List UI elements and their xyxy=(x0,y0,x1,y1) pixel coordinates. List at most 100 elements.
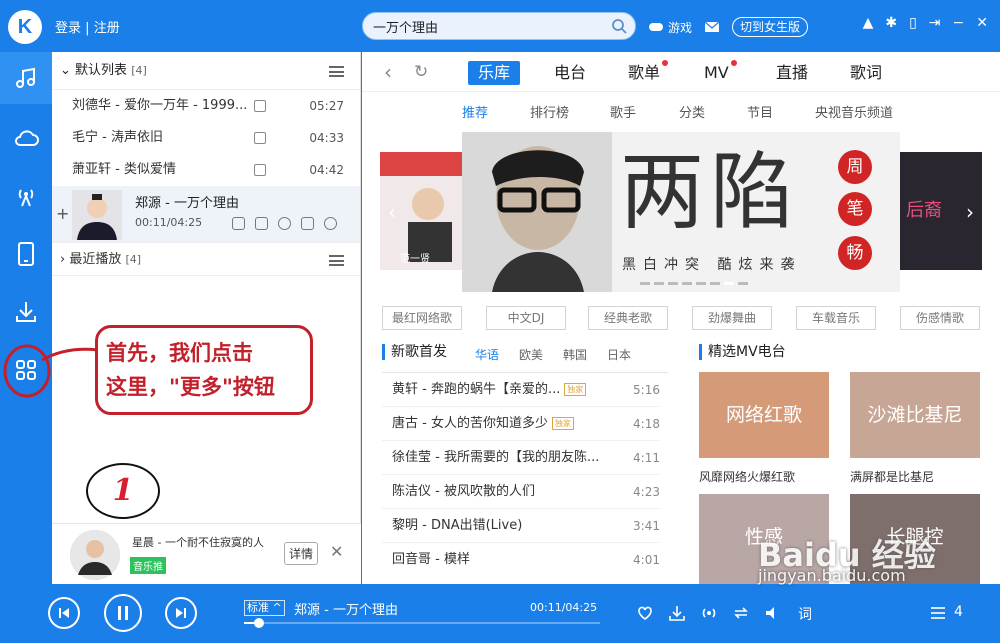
sidebar-item-cloud[interactable] xyxy=(0,112,52,164)
banner-right[interactable]: 后裔 › xyxy=(900,152,982,270)
close-icon[interactable]: ✕ xyxy=(330,542,343,561)
mv-card[interactable]: 沙滩比基尼 xyxy=(850,372,980,458)
mv-icon[interactable] xyxy=(254,100,266,112)
heart-icon[interactable] xyxy=(278,217,291,230)
chip-item[interactable]: 中文DJ xyxy=(486,306,566,330)
banner-carousel[interactable]: 范一贤 ‹ 两陷 黑白冲突 酷炫来袭 周 笔 畅 后裔 › xyxy=(362,132,1000,292)
playlist-header[interactable]: ⌄ 默认列表 [4] xyxy=(52,52,360,90)
mv-icon[interactable] xyxy=(255,217,268,230)
refresh-icon[interactable]: ↻ xyxy=(414,62,428,82)
app-logo[interactable]: K xyxy=(8,10,42,44)
list-item[interactable]: 毛宁 - 涛声依旧 04:33 xyxy=(52,122,360,154)
search-input[interactable] xyxy=(363,13,603,39)
lang-tab[interactable]: 华语 xyxy=(475,346,499,363)
tab-lyrics[interactable]: 歌词 xyxy=(840,61,892,85)
chip-item[interactable]: 车载音乐 xyxy=(796,306,876,330)
quality-select[interactable]: 标准 ^ xyxy=(244,600,285,616)
queue-icon[interactable] xyxy=(930,605,946,621)
list-item[interactable]: 唐古 - 女人的苦你知道多少 独家 4:18 xyxy=(382,407,660,441)
detail-button[interactable]: 详情 xyxy=(284,542,319,565)
back-icon[interactable]: ‹ xyxy=(384,60,392,84)
mv-icon[interactable] xyxy=(254,132,266,144)
loop-icon[interactable] xyxy=(732,604,750,622)
progress-bar[interactable] xyxy=(244,622,600,624)
subtab-category[interactable]: 分类 xyxy=(679,102,705,121)
register-link[interactable]: 注册 xyxy=(94,21,120,36)
progress-handle[interactable] xyxy=(254,618,264,628)
search-icon[interactable] xyxy=(611,18,627,34)
list-item[interactable]: 徐佳莹 - 我所需要的【我的朋友陈... 4:11 xyxy=(382,441,660,475)
minimize-icon[interactable]: − xyxy=(953,15,965,31)
skin-icon[interactable]: ▲ xyxy=(863,15,874,31)
list-item[interactable]: 黄轩 - 奔跑的蜗牛【亲爱的... 独家 5:16 xyxy=(382,373,660,407)
carousel-dot[interactable] xyxy=(696,282,706,285)
tab-mv[interactable]: MV xyxy=(694,60,739,85)
lang-tab[interactable]: 日本 xyxy=(607,346,631,363)
mv-icon[interactable] xyxy=(254,164,266,176)
mv-caption[interactable]: 满屏都是比基尼 xyxy=(850,468,934,485)
lyrics-icon[interactable]: 词 xyxy=(796,604,814,622)
carousel-dot[interactable] xyxy=(640,282,650,285)
volume-icon[interactable] xyxy=(764,604,782,622)
list-item[interactable]: 刘德华 - 爱你一万年 - 1999... 05:27 xyxy=(52,90,360,122)
tab-playlists[interactable]: 歌单 xyxy=(618,60,670,85)
game-button[interactable]: 游戏 xyxy=(648,19,692,36)
list-item[interactable]: 黎明 - DNA出错(Live) 3:41 xyxy=(382,509,660,543)
subtab-singers[interactable]: 歌手 xyxy=(610,102,636,121)
tab-library[interactable]: 乐库 xyxy=(468,61,521,85)
heart-icon[interactable] xyxy=(636,604,654,622)
prev-button[interactable] xyxy=(48,597,80,629)
carousel-dot[interactable] xyxy=(682,282,692,285)
subtab-cctv[interactable]: 央视音乐频道 xyxy=(815,102,893,121)
menu-icon[interactable] xyxy=(329,66,344,77)
login-link[interactable]: 登录 xyxy=(55,21,81,36)
now-playing-item[interactable]: + 郑源 - 一万个理由 00:11/04:25 xyxy=(52,186,360,242)
switch-mode-button[interactable]: 切到女生版 xyxy=(732,17,809,37)
list-item[interactable]: 陈洁仪 - 被风吹散的人们 4:23 xyxy=(382,475,660,509)
pause-button[interactable] xyxy=(104,594,142,632)
mini-mode-icon[interactable]: ⇥ xyxy=(929,15,941,31)
sidebar-item-music[interactable] xyxy=(0,52,52,104)
carousel-dot[interactable] xyxy=(710,282,720,285)
mail-icon[interactable] xyxy=(704,21,720,33)
mobile-icon[interactable]: ▯ xyxy=(909,15,917,31)
carousel-dot[interactable] xyxy=(738,282,748,285)
more-icon[interactable] xyxy=(324,217,337,230)
menu-icon[interactable] xyxy=(329,255,344,266)
chip-item[interactable]: 经典老歌 xyxy=(588,306,668,330)
subtab-programs[interactable]: 节目 xyxy=(747,102,773,121)
recent-header[interactable]: › 最近播放 [4] xyxy=(52,242,360,276)
carousel-dot[interactable] xyxy=(654,282,664,285)
subtab-recommend[interactable]: 推荐 xyxy=(462,102,488,121)
carousel-dot[interactable] xyxy=(724,282,734,285)
sidebar-item-radio[interactable] xyxy=(0,170,52,222)
banner-main[interactable]: 两陷 黑白冲突 酷炫来袭 周 笔 畅 xyxy=(462,132,900,292)
tab-radio[interactable]: 电台 xyxy=(544,61,596,85)
list-item[interactable]: 萧亚轩 - 类似爱情 04:42 xyxy=(52,154,360,186)
carousel-dot[interactable] xyxy=(668,282,678,285)
next-button[interactable] xyxy=(165,597,197,629)
banner-left[interactable]: 范一贤 ‹ xyxy=(380,152,462,270)
sidebar-item-device[interactable] xyxy=(0,228,52,280)
sidebar-item-download[interactable] xyxy=(0,286,52,338)
mv-caption[interactable]: 风靡网络火爆红歌 xyxy=(699,468,795,485)
lang-tab[interactable]: 韩国 xyxy=(563,346,587,363)
mv-card[interactable]: 网络红歌 xyxy=(699,372,829,458)
delete-icon[interactable] xyxy=(301,217,314,230)
close-icon[interactable]: ✕ xyxy=(976,15,988,31)
tab-live[interactable]: 直播 xyxy=(766,61,818,85)
download-icon[interactable] xyxy=(668,604,686,622)
chip-item[interactable]: 劲爆舞曲 xyxy=(692,306,772,330)
recommend-text[interactable]: 星晨 - 一个耐不住寂寞的人 xyxy=(132,534,264,550)
next-icon[interactable]: › xyxy=(966,200,974,224)
list-item[interactable]: 回音哥 - 模样 4:01 xyxy=(382,543,660,577)
download-icon[interactable] xyxy=(232,217,245,230)
sound-effect-icon[interactable] xyxy=(700,604,718,622)
lang-tab[interactable]: 欧美 xyxy=(519,346,543,363)
subtab-charts[interactable]: 排行榜 xyxy=(530,102,569,121)
add-icon[interactable]: + xyxy=(56,204,69,223)
settings-icon[interactable]: ✱ xyxy=(885,15,897,31)
prev-icon[interactable]: ‹ xyxy=(388,200,396,224)
chip-item[interactable]: 伤感情歌 xyxy=(900,306,980,330)
chip-item[interactable]: 最红网络歌 xyxy=(382,306,462,330)
